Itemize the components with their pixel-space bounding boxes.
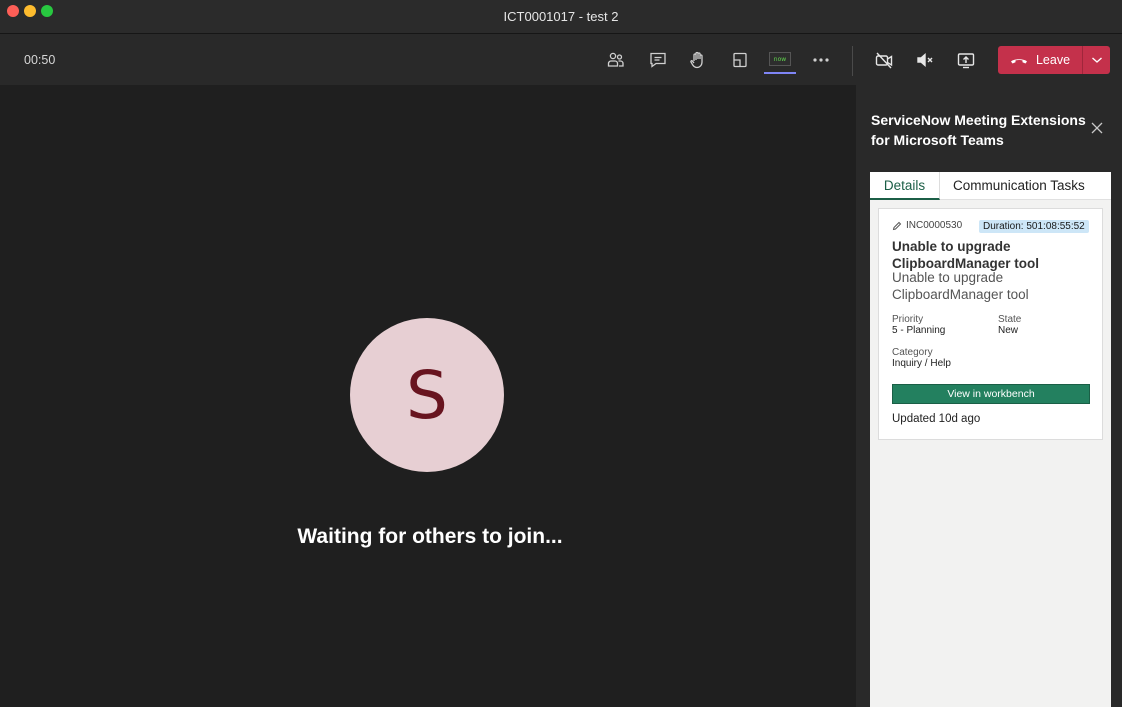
servicenow-side-panel: ServiceNow Meeting Extensions for Micros… bbox=[856, 85, 1122, 707]
panel-title: ServiceNow Meeting Extensions for Micros… bbox=[871, 112, 1086, 148]
share-button[interactable] bbox=[950, 46, 982, 74]
leave-button[interactable]: Leave bbox=[998, 46, 1082, 74]
avatar-initial: S bbox=[406, 356, 448, 434]
leave-options-button[interactable] bbox=[1083, 46, 1110, 74]
mic-toggle-button[interactable] bbox=[909, 46, 941, 74]
people-button[interactable] bbox=[600, 46, 632, 74]
hang-up-icon bbox=[1010, 59, 1027, 64]
more-actions-button[interactable] bbox=[805, 46, 837, 74]
mic-muted-icon bbox=[917, 52, 933, 68]
panel-tabs: Details Communication Tasks bbox=[870, 172, 1111, 200]
leave-label: Leave bbox=[1035, 53, 1071, 67]
duration-badge: Duration: 501:08:55:52 bbox=[979, 220, 1089, 233]
people-icon bbox=[607, 52, 624, 67]
updated-timestamp: Updated 10d ago bbox=[892, 413, 981, 425]
share-icon bbox=[957, 53, 975, 69]
incident-number-link[interactable]: INC0000530 bbox=[906, 220, 962, 231]
priority-value: 5 - Planning bbox=[892, 325, 946, 336]
waiting-message: Waiting for others to join... bbox=[297, 525, 563, 548]
leave-button-group: Leave bbox=[998, 46, 1110, 74]
pencil-icon bbox=[892, 221, 902, 230]
chevron-down-icon bbox=[1091, 57, 1102, 63]
meeting-timer: 00:50 bbox=[24, 53, 56, 67]
raise-hand-button[interactable] bbox=[682, 46, 714, 74]
camera-off-icon bbox=[875, 52, 893, 69]
incident-card: INC0000530 Duration: 501:08:55:52 Unable… bbox=[878, 208, 1103, 440]
meeting-toolbar: 00:50 now Leave bbox=[0, 34, 1122, 85]
raise-hand-icon bbox=[690, 51, 703, 69]
servicenow-app-frame: Details Communication Tasks INC0000530 D… bbox=[870, 172, 1111, 707]
state-value: New bbox=[998, 325, 1019, 336]
incident-number-row: INC0000530 bbox=[892, 220, 962, 231]
more-icon bbox=[813, 58, 829, 62]
servicenow-app-button[interactable]: now bbox=[764, 46, 796, 74]
incident-description: Unable to upgrade ClipboardManager tool bbox=[892, 270, 1029, 302]
category-value: Inquiry / Help bbox=[892, 358, 951, 369]
tab-details[interactable]: Details bbox=[870, 172, 940, 200]
panel-close-button[interactable] bbox=[1090, 121, 1104, 135]
view-in-workbench-button[interactable]: View in workbench bbox=[892, 384, 1090, 404]
state-label: State bbox=[998, 314, 1022, 325]
priority-label: Priority bbox=[892, 314, 924, 325]
toolbar-divider bbox=[852, 46, 853, 76]
chat-button[interactable] bbox=[642, 46, 674, 74]
window-title: ICT0001017 - test 2 bbox=[503, 9, 619, 24]
chat-icon bbox=[650, 52, 666, 68]
participant-avatar: S bbox=[350, 318, 504, 472]
rooms-icon bbox=[733, 52, 747, 68]
incident-title: Unable to upgrade ClipboardManager tool bbox=[892, 239, 1040, 271]
camera-toggle-button[interactable] bbox=[868, 46, 900, 74]
servicenow-app-icon: now bbox=[769, 52, 791, 66]
window-title-bar: ICT0001017 - test 2 bbox=[0, 0, 1122, 34]
meeting-stage: S Waiting for others to join... bbox=[0, 85, 856, 707]
tab-communication-tasks[interactable]: Communication Tasks bbox=[953, 172, 1085, 200]
close-icon bbox=[1091, 122, 1103, 134]
category-label: Category bbox=[892, 347, 933, 358]
rooms-button[interactable] bbox=[724, 46, 756, 74]
